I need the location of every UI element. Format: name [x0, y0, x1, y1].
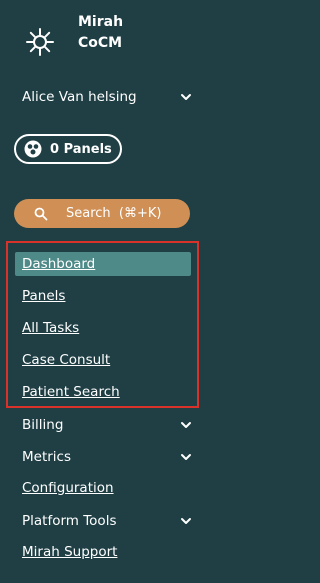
- chevron-down-icon: [181, 422, 191, 428]
- nav-item-platform-tools[interactable]: Platform Tools: [22, 510, 192, 532]
- nav-item-dashboard[interactable]: Dashboard: [22, 256, 95, 272]
- search-button[interactable]: Search (⌘+K): [14, 199, 190, 228]
- user-name: Alice Van helsing: [22, 89, 137, 105]
- brand-name: Mirah CoCM: [78, 12, 123, 54]
- nav-item-metrics[interactable]: Metrics: [22, 446, 192, 468]
- nav-item-panels[interactable]: Panels: [22, 288, 65, 304]
- user-menu[interactable]: Alice Van helsing: [22, 86, 192, 108]
- nav-item-case-consult[interactable]: Case Consult: [22, 352, 110, 368]
- chevron-down-icon: [181, 94, 191, 100]
- nav-item-mirah-support[interactable]: Mirah Support: [22, 544, 117, 560]
- brand-line-1: Mirah: [78, 14, 124, 30]
- nav-item-billing-label: Billing: [22, 417, 64, 433]
- search-icon: [34, 207, 48, 220]
- nav-item-billing[interactable]: Billing: [22, 414, 192, 436]
- nav-item-all-tasks[interactable]: All Tasks: [22, 320, 79, 336]
- nav-item-metrics-label: Metrics: [22, 449, 72, 465]
- panels-icon: [24, 140, 42, 158]
- nav-item-patient-search[interactable]: Patient Search: [22, 384, 120, 400]
- search-label: Search (⌘+K): [66, 206, 162, 221]
- nav-item-configuration[interactable]: Configuration: [22, 480, 114, 496]
- chevron-down-icon: [181, 454, 191, 460]
- nav-item-platform-tools-label: Platform Tools: [22, 513, 117, 529]
- panels-label: 0 Panels: [50, 141, 112, 157]
- brand-header: Mirah CoCM: [24, 12, 123, 58]
- brand-line-2: CoCM: [78, 35, 123, 51]
- panels-button[interactable]: 0 Panels: [14, 134, 122, 164]
- chevron-down-icon: [181, 518, 191, 524]
- mirah-logo-icon: [26, 28, 54, 56]
